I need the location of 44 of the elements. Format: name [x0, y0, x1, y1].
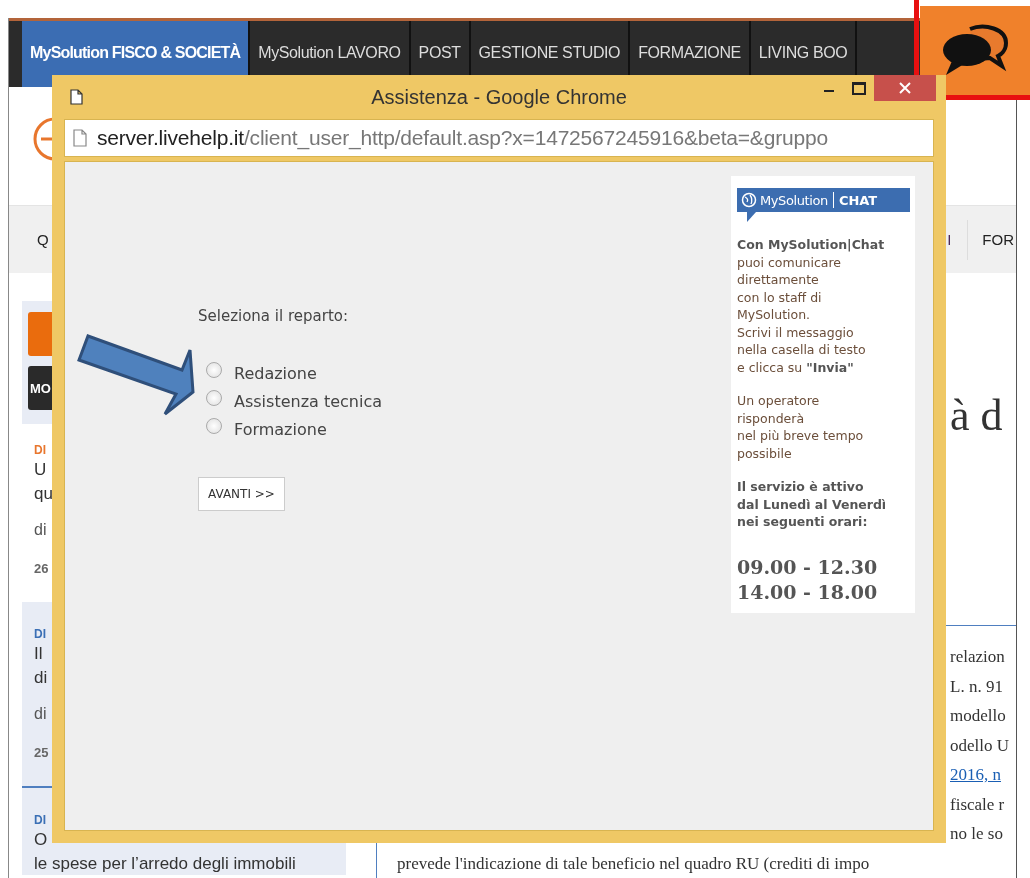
radio-button[interactable]: [206, 418, 222, 434]
body-text: fiscale r: [950, 793, 1006, 816]
menu-item[interactable]: I: [947, 231, 952, 248]
url-text: server.livehelp.it/client_user_http/default.asp?x=1472567245916&beta=&gruppo: [97, 126, 828, 150]
article-date: 25: [34, 745, 50, 760]
article-heading: à d: [950, 390, 1004, 442]
page-icon: [70, 89, 83, 105]
logo-text: CHAT: [838, 192, 878, 208]
body-text: prevede l'indicazione di tale beneficio nel quadro RU (crediti di impo: [396, 852, 871, 875]
radio-label[interactable]: Formazione: [234, 419, 327, 439]
globe-icon: [741, 192, 757, 208]
article-category: DI: [34, 812, 47, 828]
article-category: DI: [34, 442, 47, 458]
radio-label[interactable]: Redazione: [234, 363, 317, 383]
info-text: Il servizio è attivo dal Lunedì al Venerdì nei seguenti orari:: [737, 478, 888, 531]
menu-item[interactable]: Q: [37, 231, 49, 248]
logo-icon: [31, 117, 55, 161]
article-date: 26: [34, 561, 50, 576]
body-text: no le so: [950, 823, 1004, 845]
form-label: Seleziona il reparto:: [198, 307, 349, 325]
body-text: modello: [950, 705, 1007, 727]
close-icon: [899, 82, 911, 94]
logo-text: MySolution: [760, 192, 828, 208]
body-text: relazion: [950, 646, 1006, 668]
info-text: Con MySolution|Chat puoi comunicare direttamente con lo staff di MySolution. Scrivi il messaggio nella casella di testo e clicca su "Invia": [737, 236, 886, 376]
menu-item[interactable]: FOR: [982, 231, 1014, 248]
article-author: di: [34, 705, 48, 723]
body-text: odello U: [950, 734, 1011, 757]
article-author: di: [34, 521, 48, 539]
radio-button[interactable]: [206, 362, 222, 378]
close-button[interactable]: [874, 75, 936, 101]
next-button[interactable]: AVANTI >>: [198, 477, 285, 511]
radio-label[interactable]: Assistenza tecnica: [234, 391, 383, 411]
page-icon: [73, 129, 87, 147]
info-text: Un operatore risponderà nel più breve tempo possibile: [737, 392, 865, 462]
radio-button[interactable]: [206, 390, 222, 406]
hours-text: 14.00 - 18.00: [737, 579, 879, 605]
article-title[interactable]: le spese per l’arredo degli immobili: [34, 851, 346, 875]
hours-text: 09.00 - 12.30: [737, 554, 879, 580]
text-link[interactable]: 2016, n: [950, 760, 1016, 790]
article-category: DI: [34, 626, 47, 642]
address-bar[interactable]: server.livehelp.it/client_user_http/default.asp?x=1472567245916&beta=&gruppo: [64, 119, 934, 157]
window-title: Assistenza - Google Chrome: [371, 85, 627, 109]
body-text: L. n. 91: [950, 675, 1004, 698]
